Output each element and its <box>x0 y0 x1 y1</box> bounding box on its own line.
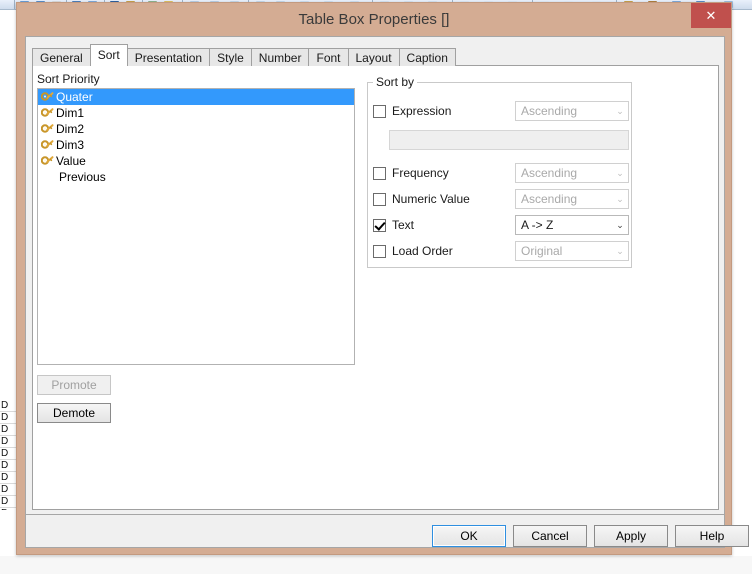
tab-general[interactable]: General <box>32 48 91 66</box>
ok-button[interactable]: OK <box>432 525 506 547</box>
frequency-order-dropdown[interactable]: Ascending ⌄ <box>515 163 629 183</box>
promote-button[interactable]: Promote <box>37 375 111 395</box>
background-row-fragment: D <box>0 412 16 424</box>
dialog-titlebar[interactable]: Table Box Properties [] ✕ <box>17 3 731 36</box>
background-row-fragment: D <box>0 508 16 510</box>
tab-number[interactable]: Number <box>250 48 310 66</box>
background-row-fragment: D <box>0 448 16 460</box>
list-item-label: Value <box>56 154 86 168</box>
background-row-fragment: D <box>0 400 16 412</box>
list-item-label: Quater <box>56 90 93 104</box>
key-icon <box>40 155 54 168</box>
load-order-value: Original <box>521 244 563 258</box>
key-icon <box>40 107 54 120</box>
list-item[interactable]: Value <box>38 153 354 169</box>
key-icon <box>40 139 54 152</box>
text-order-value: A -> Z <box>521 218 554 232</box>
help-button[interactable]: Help <box>675 525 749 547</box>
frequency-checkbox[interactable] <box>373 166 386 180</box>
apply-button[interactable]: Apply <box>594 525 668 547</box>
list-item-label: Dim2 <box>56 122 85 136</box>
frequency-order-value: Ascending <box>521 166 578 180</box>
list-item-label: Dim1 <box>56 106 85 120</box>
tab-font[interactable]: Font <box>308 48 349 66</box>
expression-order-value: Ascending <box>521 104 578 118</box>
background-row-fragment: D <box>0 436 16 448</box>
list-item[interactable]: Dim1 <box>38 105 354 121</box>
chevron-down-icon: ⌄ <box>616 105 624 116</box>
key-icon <box>40 91 54 104</box>
background-row-fragment: D <box>0 424 16 436</box>
tab-presentation[interactable]: Presentation <box>126 48 211 66</box>
expression-checkbox[interactable] <box>373 104 386 118</box>
tab-sort[interactable]: Sort <box>89 44 128 66</box>
list-item-label: Dim3 <box>56 138 85 152</box>
background-row-fragment: D <box>0 484 16 496</box>
screen: D D D D D D D D D D Table Box Properties… <box>0 0 752 574</box>
chevron-down-icon: ⌄ <box>616 167 624 178</box>
expression-input[interactable] <box>389 130 629 150</box>
chevron-down-icon: ⌄ <box>616 245 624 256</box>
numeric-value-order-dropdown[interactable]: Ascending ⌄ <box>515 189 629 209</box>
table-box-properties-dialog: Table Box Properties [] ✕ General Sort P… <box>16 2 749 555</box>
text-order-dropdown[interactable]: A -> Z ⌄ <box>515 215 629 235</box>
list-item[interactable]: Previous <box>38 169 354 185</box>
sort-tab-panel: Sort Priority Quater Dim1 Dim2 Dim3 Valu… <box>32 65 719 510</box>
dialog-body: General Sort Presentation Style Number F… <box>25 36 749 548</box>
list-item-label: Previous <box>59 170 106 184</box>
background-row-fragment: D <box>0 496 16 508</box>
load-order-dropdown[interactable]: Original ⌄ <box>515 241 629 261</box>
list-item[interactable]: Quater <box>38 89 354 105</box>
sort-priority-label: Sort Priority <box>37 72 100 86</box>
background-status-strip <box>0 556 752 574</box>
background-row-fragment: D <box>0 460 16 472</box>
tab-strip: General Sort Presentation Style Number F… <box>32 44 456 66</box>
dialog-title: Table Box Properties [] <box>298 11 450 28</box>
load-order-checkbox[interactable] <box>373 244 386 258</box>
tab-layout[interactable]: Layout <box>347 48 400 66</box>
tab-caption[interactable]: Caption <box>398 48 456 66</box>
key-icon <box>40 123 54 136</box>
footer-divider <box>26 514 724 515</box>
cancel-button[interactable]: Cancel <box>513 525 587 547</box>
numeric-value-order-value: Ascending <box>521 192 578 206</box>
list-item[interactable]: Dim2 <box>38 121 354 137</box>
chevron-down-icon: ⌄ <box>616 219 624 230</box>
list-item[interactable]: Dim3 <box>38 137 354 153</box>
numeric-value-checkbox[interactable] <box>373 192 386 206</box>
expression-order-dropdown[interactable]: Ascending ⌄ <box>515 101 629 121</box>
chevron-down-icon: ⌄ <box>616 193 624 204</box>
demote-button[interactable]: Demote <box>37 403 111 423</box>
close-icon[interactable]: ✕ <box>691 3 731 28</box>
background-table-rows: D D D D D D D D D D <box>0 400 16 510</box>
tab-style[interactable]: Style <box>209 48 252 66</box>
text-checkbox[interactable] <box>373 218 386 232</box>
sort-priority-listbox[interactable]: Quater Dim1 Dim2 Dim3 Value Previous <box>37 88 355 365</box>
sort-by-legend: Sort by <box>373 75 418 89</box>
background-row-fragment: D <box>0 472 16 484</box>
